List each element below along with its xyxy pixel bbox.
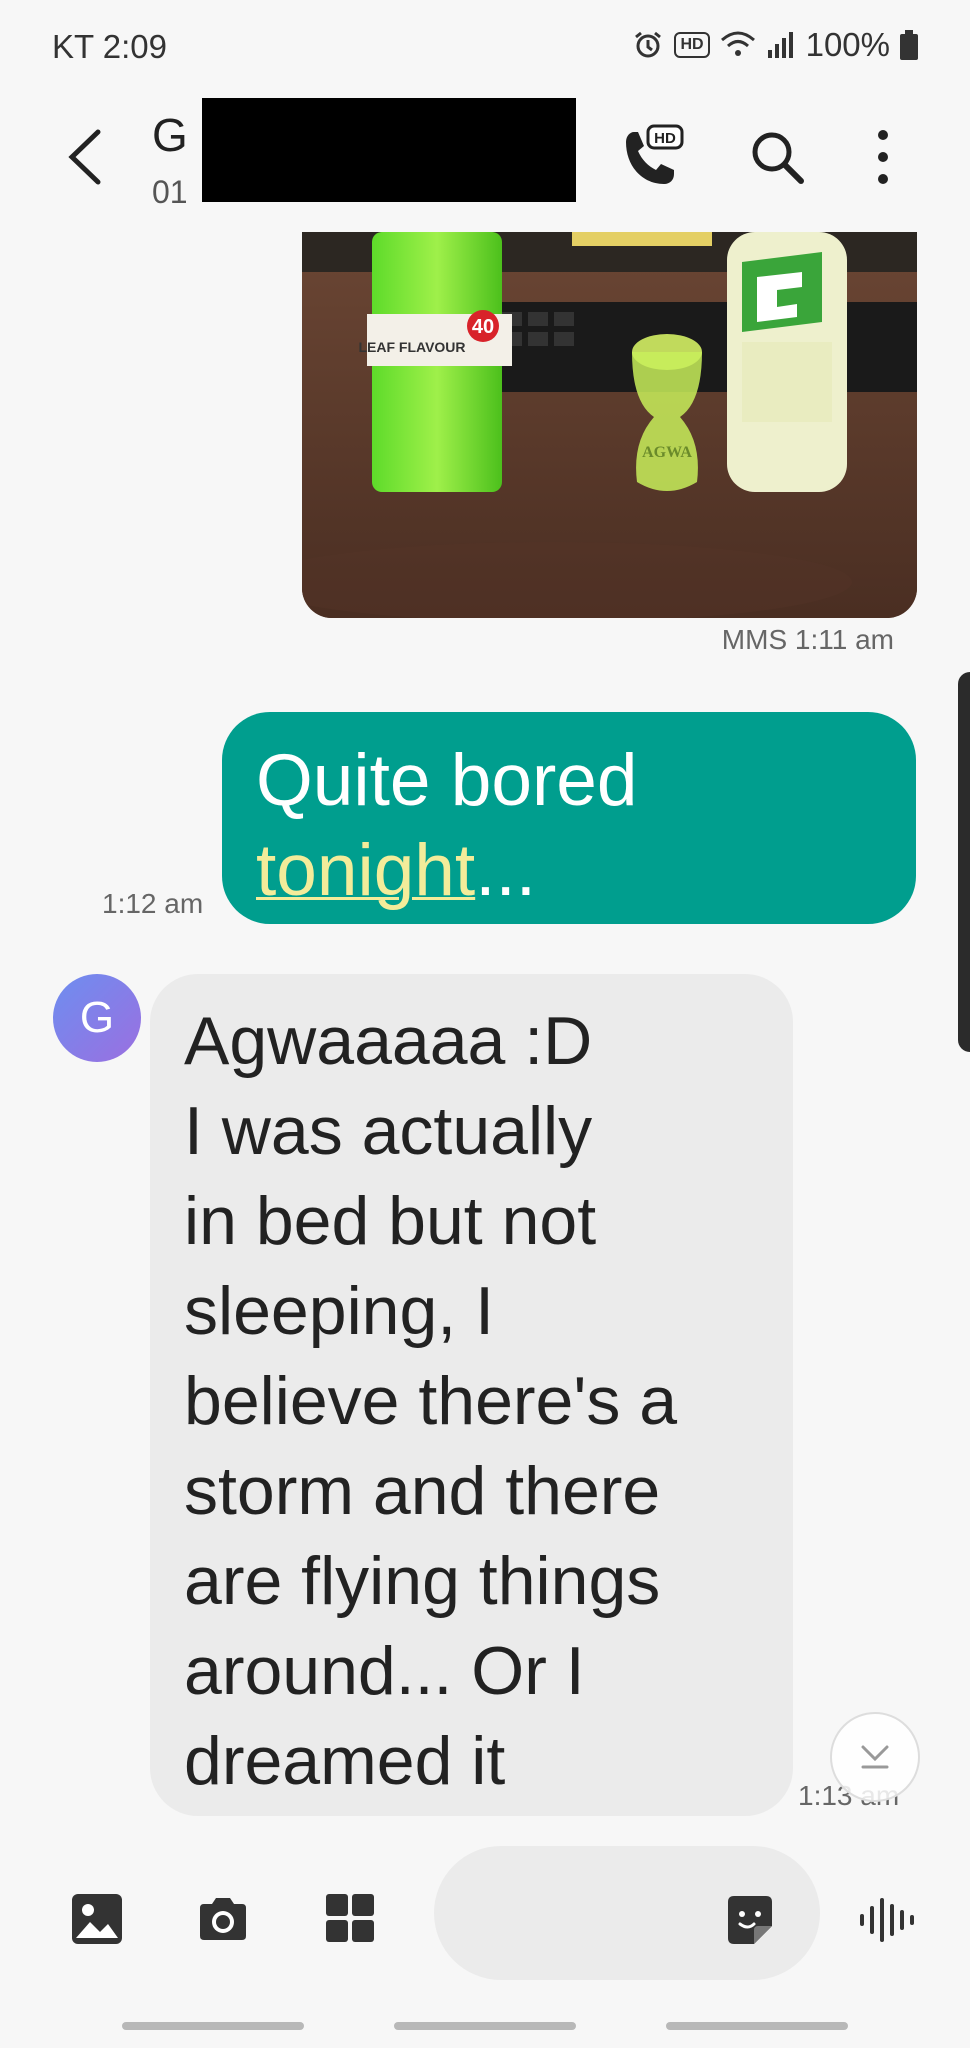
status-icons: HD 100%	[632, 26, 918, 64]
sent-message-bubble[interactable]: Quite bored tonight...	[222, 712, 916, 924]
battery-icon	[900, 30, 918, 60]
more-vertical-icon	[878, 130, 888, 184]
contact-number: 01	[152, 174, 188, 210]
carrier-time: KT 2:09	[52, 28, 167, 65]
hd-voice-icon: HD	[674, 32, 710, 58]
sent-timestamp: 1:12 am	[102, 888, 204, 919]
phone-hd-icon: HD	[626, 124, 684, 184]
chevron-left-icon	[68, 129, 101, 185]
grid-icon	[326, 1894, 374, 1942]
alarm-icon	[635, 31, 662, 58]
camera-button[interactable]	[196, 1892, 256, 1952]
status-bar: KT 2:09 HD 100%	[0, 0, 970, 90]
sticker-icon	[728, 1896, 772, 1944]
search-button[interactable]	[748, 128, 806, 186]
sent-message-line1: Quite bored	[256, 740, 638, 821]
edge-panel-handle[interactable]	[958, 672, 970, 1052]
photo-image: 40 LEAF FLAVOUR AGWA	[302, 232, 917, 618]
sticker-button[interactable]	[722, 1892, 778, 1948]
nav-home[interactable]	[394, 2022, 576, 2030]
contact-name[interactable]: G	[152, 108, 188, 162]
bottle-label-number: 40	[472, 316, 494, 338]
mms-timestamp: MMS 1:11 am	[721, 624, 894, 655]
bottle-label-text: LEAF FLAVOUR	[358, 339, 465, 355]
apps-button[interactable]	[324, 1892, 384, 1952]
voice-wave-icon	[860, 1898, 914, 1942]
sent-suffix: ...	[475, 830, 537, 911]
sent-message-line2: tonight...	[256, 826, 882, 916]
image-icon	[72, 1894, 122, 1944]
wifi-icon	[720, 31, 755, 56]
gallery-button[interactable]	[70, 1892, 130, 1952]
search-icon	[752, 132, 804, 184]
more-options-button[interactable]	[868, 128, 898, 186]
tonight-link[interactable]: tonight	[256, 830, 475, 911]
avatar[interactable]: G	[53, 974, 141, 1062]
call-button[interactable]: HD	[616, 124, 684, 190]
voice-recorder-button[interactable]	[858, 1892, 916, 1948]
glass-label-text: AGWA	[642, 444, 692, 461]
camera-icon	[200, 1898, 246, 1940]
nav-recent-apps[interactable]	[122, 2022, 304, 2030]
call-hd-badge: HD	[654, 130, 676, 147]
signal-icon	[767, 32, 793, 58]
chevron-down-icon	[861, 1745, 889, 1769]
mms-photo[interactable]: 40 LEAF FLAVOUR AGWA	[302, 232, 917, 618]
redaction-box	[202, 98, 576, 202]
back-button[interactable]	[58, 122, 114, 192]
battery-level: 100%	[805, 26, 890, 63]
received-message-bubble[interactable]: Agwaaaaa :D I was actually in bed but no…	[150, 974, 793, 1816]
scroll-to-bottom-button[interactable]	[830, 1712, 920, 1802]
nav-back[interactable]	[666, 2022, 848, 2030]
